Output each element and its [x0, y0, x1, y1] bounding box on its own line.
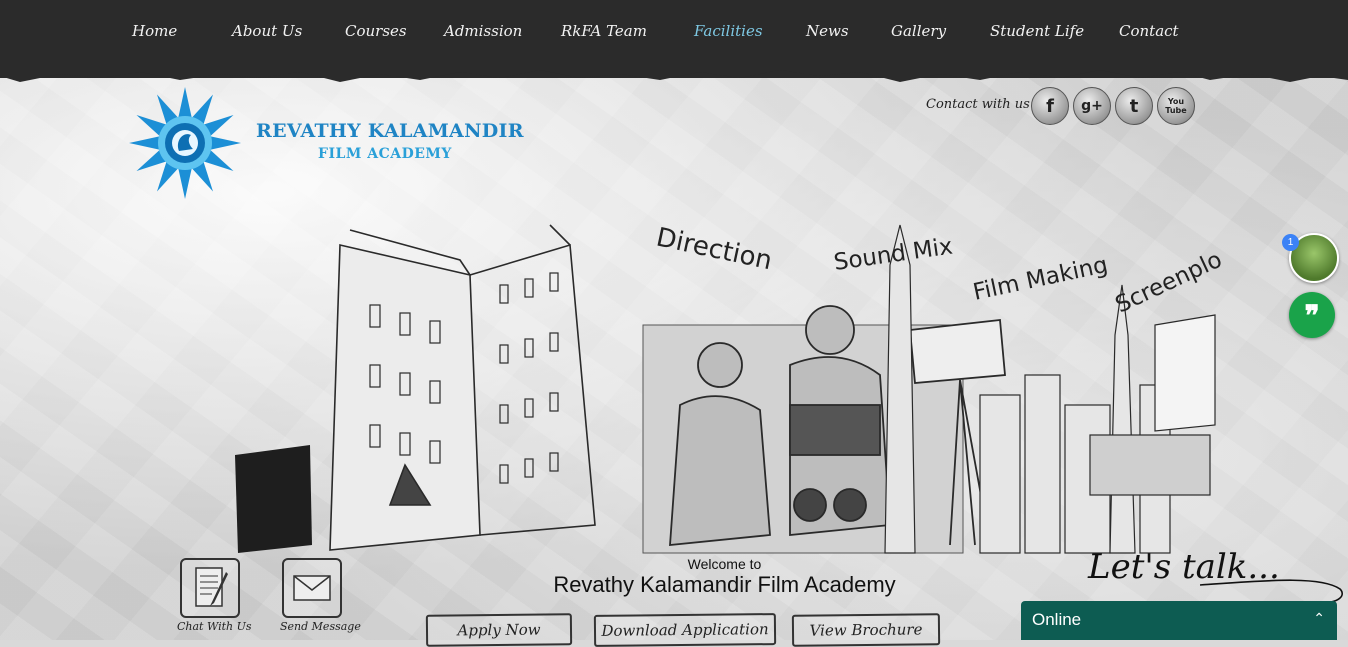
quote-chat-icon[interactable]: ❞ — [1289, 292, 1335, 338]
send-message-icon[interactable] — [282, 558, 342, 618]
notification-badge: 1 — [1282, 234, 1299, 251]
envelope-icon — [293, 575, 331, 601]
send-message-label[interactable]: Send Message — [280, 620, 361, 633]
chevron-up-icon[interactable]: ⌃ — [1313, 610, 1325, 627]
chat-with-us-label[interactable]: Chat With Us — [177, 620, 252, 633]
welcome-block: Welcome to Revathy Kalamandir Film Acade… — [552, 556, 897, 598]
view-brochure-button[interactable]: View Brochure — [791, 613, 941, 647]
nav-courses[interactable]: Courses — [345, 18, 444, 48]
download-application-button[interactable]: Download Application — [593, 613, 777, 647]
label-screenplay: Screenplo — [1112, 247, 1226, 319]
chat-with-us-icon[interactable] — [180, 558, 240, 618]
nav-facilities[interactable]: Facilities — [694, 18, 806, 48]
brand-subtitle: FILM ACADEMY — [318, 146, 452, 162]
welcome-small-text: Welcome to — [687, 556, 762, 572]
chat-online-bar[interactable]: Online ⌃ — [1021, 601, 1337, 640]
hero-sketch-illustration: Direction Sound Mix Film Making Screenpl… — [235, 223, 1226, 554]
contact-with-label: Contact with us — [926, 97, 1030, 112]
nav-home[interactable]: Home — [132, 18, 232, 48]
nav-gallery[interactable]: Gallery — [891, 18, 990, 48]
label-direction: Direction — [654, 223, 775, 277]
nav-admission[interactable]: Admission — [444, 18, 561, 48]
nav-contact[interactable]: Contact — [1119, 18, 1179, 48]
nav-rkfa-team[interactable]: RkFA Team — [561, 18, 694, 48]
nav-student-life[interactable]: Student Life — [990, 18, 1119, 48]
document-pen-icon — [195, 567, 228, 607]
facebook-icon[interactable]: f — [1031, 87, 1069, 125]
academy-logo-icon[interactable] — [126, 86, 244, 200]
label-film-making: Film Making — [971, 252, 1110, 306]
youtube-icon[interactable]: You Tube — [1157, 87, 1195, 125]
twitter-icon[interactable]: t — [1115, 87, 1153, 125]
chat-status-label: Online — [1032, 610, 1082, 629]
brand-title: REVATHY KALAMANDIR — [256, 120, 524, 142]
google-plus-icon[interactable]: g+ — [1073, 87, 1111, 125]
main-nav: Home About Us Courses Admission RkFA Tea… — [132, 18, 1179, 48]
nav-news[interactable]: News — [806, 18, 891, 48]
apply-now-button[interactable]: Apply Now — [425, 613, 573, 647]
welcome-heading: Revathy Kalamandir Film Academy — [553, 572, 896, 597]
nav-about-us[interactable]: About Us — [232, 18, 345, 48]
